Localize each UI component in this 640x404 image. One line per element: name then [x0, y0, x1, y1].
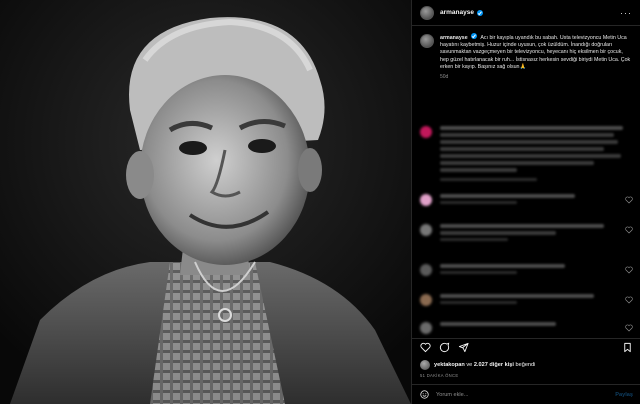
caption-age: 50d — [440, 74, 449, 81]
username-link[interactable]: armanayse — [440, 9, 474, 16]
avatar[interactable] — [420, 126, 432, 138]
portrait-image — [0, 0, 411, 404]
likes-suffix: beğendi — [513, 362, 536, 368]
more-options-icon[interactable]: ··· — [620, 8, 632, 18]
caption-username[interactable]: armanayse — [440, 35, 468, 41]
comment-input[interactable]: Yorum ekle... — [436, 392, 468, 398]
verified-badge-icon — [471, 33, 478, 39]
emoji-icon[interactable] — [420, 390, 429, 399]
caption: armanayse Acı bir kayıpla uyandık bu sab… — [412, 26, 640, 71]
share-icon[interactable] — [458, 342, 469, 353]
likes-connector: ve — [464, 362, 474, 368]
avatar[interactable] — [420, 264, 432, 276]
likes-count-link[interactable]: 2.027 diğer kişi — [474, 362, 514, 368]
comment-composer: Yorum ekle... Paylaş — [412, 384, 640, 404]
post-photo[interactable] — [0, 0, 411, 404]
verified-badge-icon — [476, 9, 483, 16]
post-timestamp[interactable]: 51 DAKİKA ÖNCE — [420, 373, 458, 378]
avatar[interactable] — [420, 5, 434, 20]
avatar[interactable] — [420, 322, 432, 334]
list-item — [420, 194, 633, 207]
post-header: armanayse ··· — [412, 0, 640, 26]
heart-icon[interactable] — [625, 266, 633, 274]
comment-icon[interactable] — [439, 342, 450, 353]
post-comment-button[interactable]: Paylaş — [615, 392, 633, 398]
likes-summary: yektakopan ve 2.027 diğer kişi beğendi — [420, 360, 535, 370]
post-side-panel: armanayse ··· armanayse Acı bir kayıpla … — [411, 0, 640, 404]
list-item — [420, 322, 633, 334]
list-item — [420, 126, 633, 184]
avatar[interactable] — [420, 224, 432, 236]
heart-icon[interactable] — [625, 196, 633, 204]
likes-user-link[interactable]: yektakopan — [434, 362, 465, 368]
avatar[interactable] — [420, 360, 430, 370]
caption-avatar[interactable] — [420, 34, 434, 48]
bookmark-icon[interactable] — [622, 342, 633, 353]
caption-body: Acı bir kayıpla uyandık bu sabah. Usta t… — [440, 35, 631, 70]
heart-icon[interactable] — [625, 324, 633, 332]
comments-list — [412, 126, 640, 336]
list-item — [420, 264, 633, 277]
list-item — [420, 294, 633, 307]
heart-icon[interactable] — [625, 296, 633, 304]
caption-text: armanayse Acı bir kayıpla uyandık bu sab… — [440, 33, 632, 71]
action-bar — [412, 338, 640, 356]
list-item — [420, 224, 633, 244]
avatar[interactable] — [420, 194, 432, 206]
heart-icon[interactable] — [625, 226, 633, 234]
avatar[interactable] — [420, 294, 432, 306]
heart-icon[interactable] — [420, 342, 431, 353]
